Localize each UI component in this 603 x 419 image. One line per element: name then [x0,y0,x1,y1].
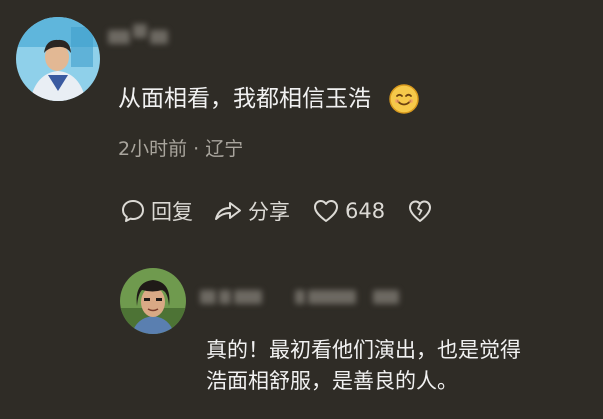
like-button[interactable]: 648 [312,198,385,224]
share-arrow-icon [215,202,241,220]
reply-text-line-1: 真的！最初看他们演出，也是觉得 [206,338,521,362]
comment-text: 从面相看，我都相信玉浩 [118,86,371,112]
smiling-face-emoji-icon [389,84,419,114]
comment-meta: 2小时前 · 辽宁 [118,138,244,160]
reply-text-line-2: 浩面相舒服，是善良的人。 [206,369,458,393]
broken-heart-icon [409,200,432,222]
comment-action-bar: 回复 分享 648 [120,196,433,226]
replier-avatar[interactable] [120,268,186,334]
reply-bubble-icon [122,200,144,222]
share-label: 分享 [248,200,290,224]
reply-button[interactable]: 回复 [120,196,193,226]
like-count: 648 [345,199,386,223]
heart-icon [314,200,338,222]
reply-label: 回复 [151,200,193,224]
dislike-button[interactable] [407,198,433,224]
comment-body: 从面相看，我都相信玉浩 [118,83,419,115]
comment-screen: 从面相看，我都相信玉浩 2小时前 · 辽宁 回复 分享 648 真的！最初看他们… [0,0,603,419]
commenter-avatar[interactable] [16,17,100,101]
replier-name-blurred[interactable] [200,290,399,304]
share-button[interactable]: 分享 [213,196,290,226]
commenter-name-blurred[interactable] [108,24,168,44]
